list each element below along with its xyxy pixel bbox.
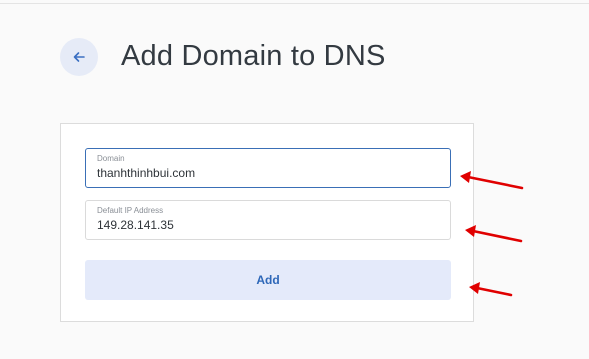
domain-field-value[interactable]: thanhthinhbui.com — [97, 166, 195, 180]
annotation-arrow-icon — [460, 171, 524, 190]
annotation-arrow-icon — [465, 225, 523, 243]
domain-field[interactable]: Domain thanhthinhbui.com — [85, 148, 451, 188]
add-button[interactable]: Add — [85, 260, 451, 300]
domain-field-label: Domain — [97, 154, 125, 163]
default-ip-field[interactable]: Default IP Address 149.28.141.35 — [85, 200, 451, 240]
default-ip-field-value[interactable]: 149.28.141.35 — [97, 218, 174, 232]
add-domain-form: Domain thanhthinhbui.com Default IP Addr… — [60, 123, 474, 322]
page-title: Add Domain to DNS — [121, 40, 386, 72]
back-button[interactable] — [60, 38, 98, 76]
default-ip-field-label: Default IP Address — [97, 206, 164, 215]
annotation-arrow-icon — [469, 282, 513, 297]
arrow-left-icon — [72, 50, 86, 64]
page: Add Domain to DNS Domain thanhthinhbui.c… — [0, 0, 589, 359]
top-divider — [0, 0, 589, 4]
